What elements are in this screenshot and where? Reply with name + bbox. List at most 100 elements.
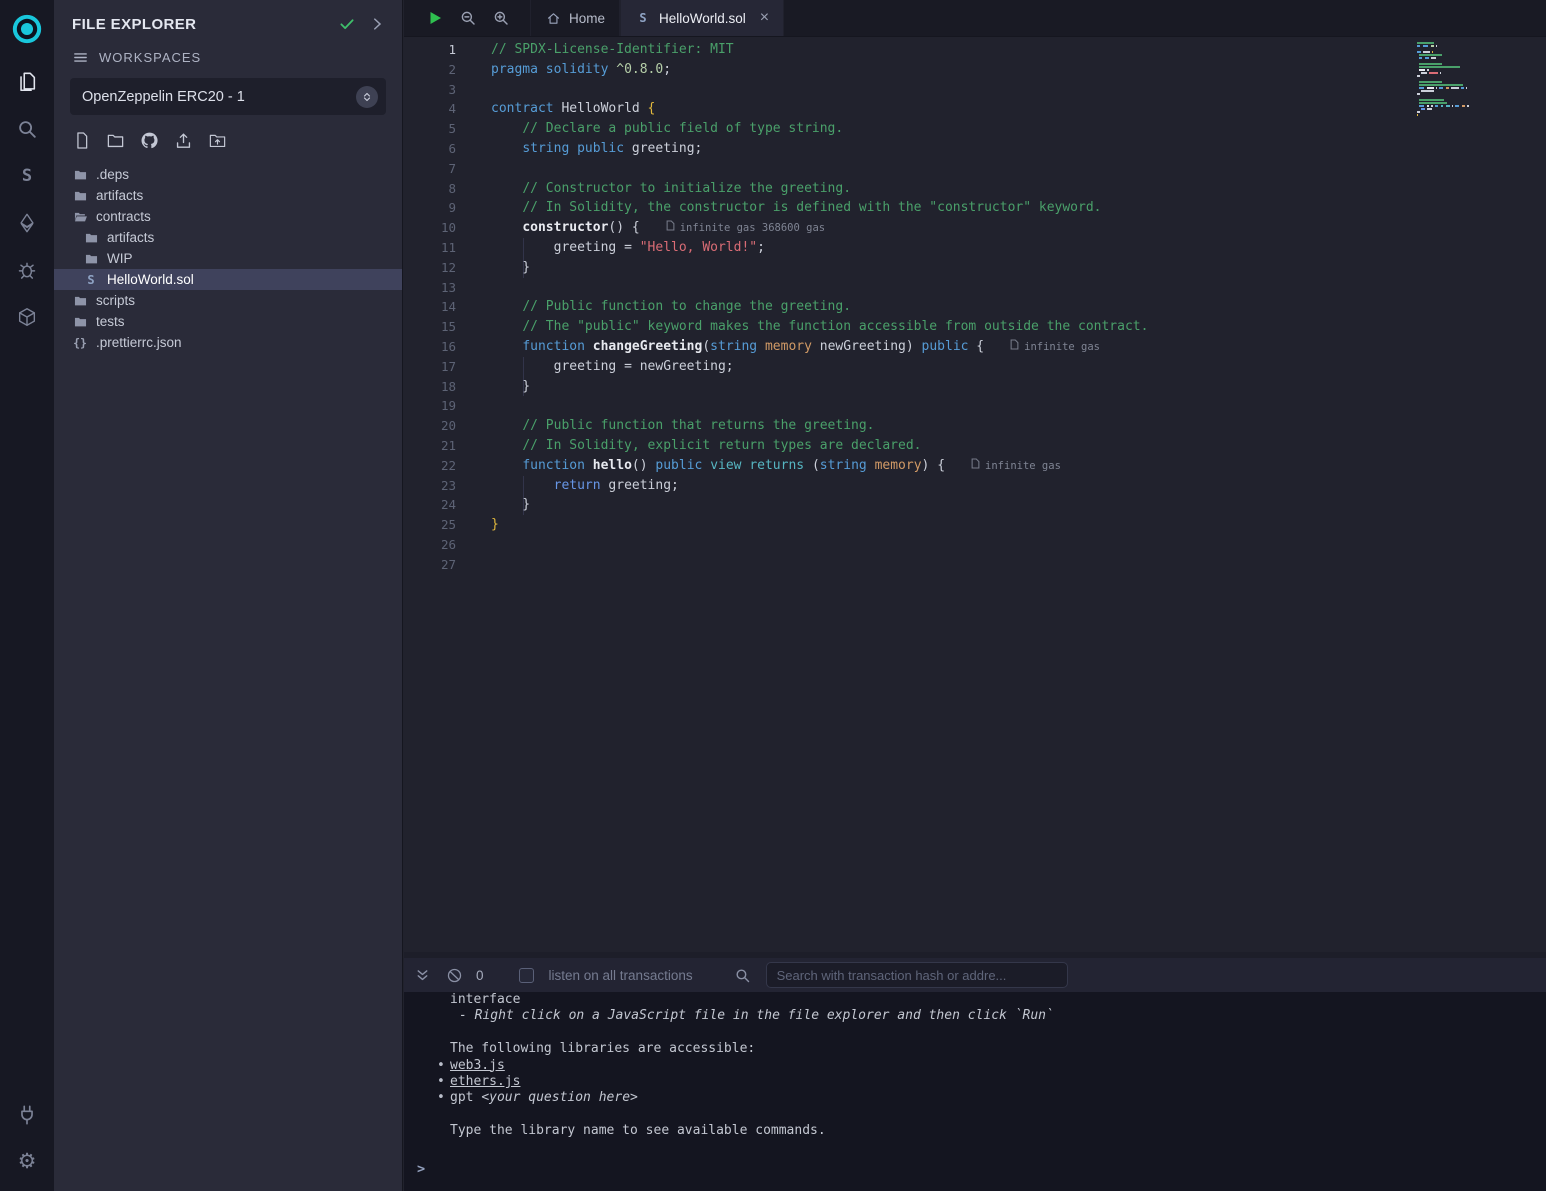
play-icon[interactable] xyxy=(426,9,444,27)
line-number[interactable]: 17 xyxy=(404,357,476,377)
code-line[interactable]: // Public function that returns the gree… xyxy=(491,416,1406,436)
code-line[interactable]: greeting = newGreeting; xyxy=(491,357,1406,377)
tab-helloworld-sol[interactable]: SHelloWorld.sol× xyxy=(620,0,784,36)
tree-item-contracts[interactable]: contracts xyxy=(54,206,402,227)
upload-folder-icon[interactable] xyxy=(208,131,227,150)
tree-item-artifacts[interactable]: artifacts xyxy=(54,227,402,248)
code-line[interactable]: greeting = "Hello, World!"; xyxy=(491,238,1406,258)
line-number[interactable]: 13 xyxy=(404,278,476,298)
code-line[interactable]: pragma solidity ^0.8.0; xyxy=(491,60,1406,80)
tree-item-scripts[interactable]: scripts xyxy=(54,290,402,311)
code-line[interactable]: // Declare a public field of type string… xyxy=(491,119,1406,139)
line-number[interactable]: 16 xyxy=(404,337,476,357)
line-number[interactable]: 24 xyxy=(404,495,476,515)
zoom-out-icon[interactable] xyxy=(459,9,477,27)
workspace-toggle-icon[interactable] xyxy=(356,86,378,108)
remix-logo-icon[interactable] xyxy=(0,0,54,58)
zoom-in-icon[interactable] xyxy=(492,9,510,27)
tree-item--deps[interactable]: .deps xyxy=(54,164,402,185)
code-line[interactable] xyxy=(491,80,1406,100)
line-number[interactable]: 8 xyxy=(404,179,476,199)
code-line[interactable] xyxy=(491,535,1406,555)
workspace-select[interactable]: OpenZeppelin ERC20 - 1 xyxy=(70,78,386,115)
tree-item-helloworld-sol[interactable]: SHelloWorld.sol xyxy=(54,269,402,290)
debugger-icon[interactable] xyxy=(0,246,54,293)
create-folder-icon[interactable] xyxy=(106,131,125,150)
line-number[interactable]: 2 xyxy=(404,60,476,80)
search-icon[interactable] xyxy=(0,105,54,152)
line-number[interactable]: 4 xyxy=(404,99,476,119)
plugin-manager-icon[interactable] xyxy=(0,1091,54,1138)
chevron-right-icon[interactable] xyxy=(368,15,386,33)
code-line[interactable]: // In Solidity, the constructor is defin… xyxy=(491,198,1406,218)
tab-home[interactable]: Home xyxy=(530,0,620,36)
file-explorer-icon[interactable] xyxy=(0,58,54,105)
line-number[interactable]: 9 xyxy=(404,198,476,218)
code-line[interactable]: string public greeting; xyxy=(491,139,1406,159)
tree-item-artifacts[interactable]: artifacts xyxy=(54,185,402,206)
search-icon[interactable] xyxy=(734,967,751,984)
line-number[interactable]: 3 xyxy=(404,80,476,100)
line-number[interactable]: 27 xyxy=(404,555,476,575)
check-icon[interactable] xyxy=(338,15,356,33)
line-number[interactable]: 19 xyxy=(404,396,476,416)
code-line[interactable]: contract HelloWorld { xyxy=(491,99,1406,119)
line-number[interactable]: 21 xyxy=(404,436,476,456)
code-line[interactable] xyxy=(491,159,1406,179)
code-line[interactable] xyxy=(491,555,1406,575)
line-number[interactable]: 22 xyxy=(404,456,476,476)
code-line[interactable]: constructor() {infinite gas 368600 gas xyxy=(491,218,1406,238)
listen-transactions-checkbox[interactable] xyxy=(519,968,534,983)
line-number[interactable]: 5 xyxy=(404,119,476,139)
chevrons-down-icon[interactable] xyxy=(414,967,431,984)
tree-item-tests[interactable]: tests xyxy=(54,311,402,332)
code-line[interactable]: // Public function to change the greetin… xyxy=(491,297,1406,317)
line-number[interactable]: 23 xyxy=(404,476,476,496)
create-file-icon[interactable] xyxy=(72,131,91,150)
line-number[interactable]: 20 xyxy=(404,416,476,436)
tree-item--prettierrc-json[interactable]: {}.prettierrc.json xyxy=(54,332,402,353)
code-line[interactable] xyxy=(491,278,1406,298)
solidity-compiler-icon[interactable]: S xyxy=(0,152,54,199)
line-number[interactable]: 10 xyxy=(404,218,476,238)
code-line[interactable]: function hello() public view returns (st… xyxy=(491,456,1406,476)
line-number[interactable]: 14 xyxy=(404,297,476,317)
settings-icon[interactable]: ⚙ xyxy=(0,1138,54,1185)
code-line[interactable]: } xyxy=(491,495,1406,515)
terminal-link[interactable]: web3.js xyxy=(450,1058,505,1073)
deploy-run-icon[interactable] xyxy=(0,199,54,246)
code-line[interactable]: } xyxy=(491,377,1406,397)
minimap[interactable] xyxy=(1417,41,1541,122)
code-line[interactable]: // Constructor to initialize the greetin… xyxy=(491,179,1406,199)
hamburger-icon[interactable] xyxy=(72,49,89,66)
line-number[interactable]: 6 xyxy=(404,139,476,159)
line-numbers[interactable]: 1234567891011121314151617181920212223242… xyxy=(404,40,476,575)
line-number[interactable]: 25 xyxy=(404,515,476,535)
line-number[interactable]: 18 xyxy=(404,377,476,397)
terminal-link[interactable]: ethers.js xyxy=(450,1074,520,1089)
code-line[interactable]: } xyxy=(491,515,1406,535)
learneth-icon[interactable] xyxy=(0,293,54,340)
code-line[interactable]: function changeGreeting(string memory ne… xyxy=(491,337,1406,357)
code-content[interactable]: // SPDX-License-Identifier: MITpragma so… xyxy=(491,40,1406,575)
publish-to-gist-icon[interactable] xyxy=(140,131,159,150)
terminal-content[interactable]: interface- Right click on a JavaScript f… xyxy=(404,992,1546,1191)
code-line[interactable]: return greeting; xyxy=(491,476,1406,496)
upload-file-icon[interactable] xyxy=(174,131,193,150)
terminal-search-input[interactable] xyxy=(766,962,1068,988)
code-line[interactable]: // The "public" keyword makes the functi… xyxy=(491,317,1406,337)
line-number[interactable]: 26 xyxy=(404,535,476,555)
code-line[interactable] xyxy=(491,396,1406,416)
line-number[interactable]: 12 xyxy=(404,258,476,278)
tree-item-wip[interactable]: WIP xyxy=(54,248,402,269)
line-number[interactable]: 1 xyxy=(404,40,476,60)
terminal-prompt[interactable]: > xyxy=(417,1161,425,1177)
code-line[interactable]: // In Solidity, explicit return types ar… xyxy=(491,436,1406,456)
line-number[interactable]: 7 xyxy=(404,159,476,179)
code-line[interactable]: } xyxy=(491,258,1406,278)
line-number[interactable]: 11 xyxy=(404,238,476,258)
line-number[interactable]: 15 xyxy=(404,317,476,337)
clear-console-icon[interactable] xyxy=(446,967,463,984)
code-line[interactable]: // SPDX-License-Identifier: MIT xyxy=(491,40,1406,60)
close-icon[interactable]: × xyxy=(760,10,769,26)
